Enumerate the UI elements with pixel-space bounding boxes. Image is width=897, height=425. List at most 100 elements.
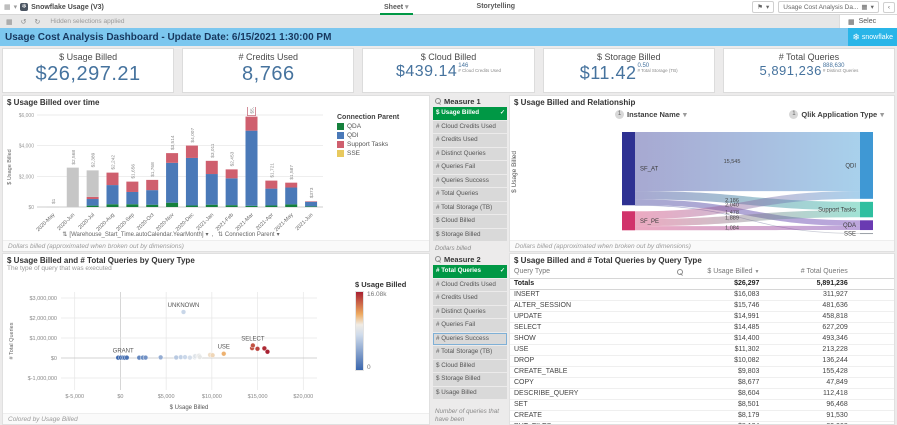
kpi-card-3[interactable]: $ Storage Billed $11.42 0.50 # Total Storag… bbox=[542, 48, 715, 93]
bar-segment-QDI[interactable] bbox=[185, 157, 198, 206]
search-icon[interactable] bbox=[435, 256, 441, 262]
scatter-point[interactable] bbox=[187, 354, 193, 361]
bar-segment-Support Tasks[interactable] bbox=[166, 153, 179, 163]
table-row[interactable]: DESCRIBE_QUERY $8,604 112,418 bbox=[510, 388, 894, 400]
sankey-node-QDI[interactable] bbox=[860, 132, 873, 199]
bar-segment-Support Tasks[interactable] bbox=[106, 172, 119, 186]
table-row[interactable]: SET $8,501 96,468 bbox=[510, 399, 894, 411]
scatter-point[interactable] bbox=[209, 352, 216, 358]
global-menu-caret-icon[interactable]: ▾ bbox=[14, 3, 18, 11]
sankey-node-SF_PE[interactable] bbox=[622, 211, 635, 231]
filter-item[interactable]: # Total Queries bbox=[433, 188, 507, 201]
filter-item[interactable]: # Total Storage (TB) bbox=[433, 346, 507, 359]
bar-segment-QDI[interactable] bbox=[285, 187, 298, 205]
table-row[interactable]: SHOW $14,400 493,346 bbox=[510, 333, 894, 345]
sankey-node-SSE[interactable] bbox=[860, 233, 873, 235]
bar-segment-QDI[interactable] bbox=[265, 188, 278, 206]
sankey-flow-SF_PE-QDA[interactable] bbox=[635, 225, 860, 231]
column-query-type[interactable]: Query Type bbox=[510, 266, 687, 279]
table-row[interactable]: INSERT $16,083 311,927 bbox=[510, 289, 894, 301]
app-title[interactable]: Snowflake Usage (V3) bbox=[31, 4, 104, 11]
bar-segment-unselected[interactable] bbox=[66, 167, 79, 207]
table-row[interactable]: SELECT $14,485 627,209 bbox=[510, 322, 894, 334]
scatter-point-UNKNOWN[interactable] bbox=[180, 309, 187, 315]
bar-segment-Support Tasks[interactable] bbox=[265, 180, 278, 189]
bar-segment-QDA[interactable] bbox=[265, 205, 278, 207]
table-row[interactable]: PUT_FILES$8,12439,062 bbox=[510, 421, 894, 424]
kpi-card-0[interactable]: $ Usage Billed $26,297.21 bbox=[2, 48, 175, 93]
filter-item[interactable]: # Credits Used bbox=[433, 292, 507, 305]
dimension-chip-connection-parent[interactable]: ⇅ Connection Parent ▾ bbox=[218, 231, 280, 239]
search-icon[interactable] bbox=[435, 98, 441, 104]
filter-item[interactable]: $ Cloud Billed bbox=[433, 215, 507, 228]
bar-segment-Support Tasks[interactable] bbox=[305, 201, 318, 202]
filter-item[interactable]: # Distinct Queries bbox=[433, 305, 507, 318]
filter-item[interactable]: # Total Queries ✓ bbox=[433, 265, 507, 278]
table-row[interactable]: USE $11,302 213,228 bbox=[510, 344, 894, 356]
bar-segment-QDA[interactable] bbox=[245, 205, 258, 207]
column-total-queries[interactable]: # Total Queries bbox=[763, 266, 852, 279]
bar-segment-QDA[interactable] bbox=[225, 205, 238, 207]
qlik-application-type-dimension-button[interactable]: 1 Qlik Application Type ▾ bbox=[789, 110, 884, 119]
filter-item[interactable]: $ Storage Billed bbox=[433, 228, 507, 241]
filter-item[interactable]: $ Usage Billed ✓ bbox=[433, 107, 507, 120]
bar-segment-QDI[interactable] bbox=[166, 162, 179, 203]
bar-segment-QDI[interactable] bbox=[86, 199, 99, 206]
scatter-point[interactable] bbox=[157, 354, 164, 361]
legend-item-SSE[interactable]: SSE bbox=[337, 150, 425, 157]
sankey-node-Support Tasks[interactable] bbox=[860, 201, 873, 218]
bar-segment-QDA[interactable] bbox=[86, 205, 99, 207]
scatter-point[interactable] bbox=[182, 354, 188, 360]
scatter-point[interactable] bbox=[142, 354, 149, 361]
dimension-chip-yearmonth[interactable]: ⇅ [Warehouse_Start_Time.autoCalendar.Yea… bbox=[62, 231, 208, 239]
bar-segment-QDA[interactable] bbox=[285, 204, 298, 207]
filter-item[interactable]: # Queries Success bbox=[433, 174, 507, 187]
filter-item[interactable]: # Queries Fail bbox=[433, 161, 507, 174]
bar-segment-Support Tasks[interactable] bbox=[185, 145, 198, 158]
table-row[interactable]: UPDATE $14,991 458,818 bbox=[510, 311, 894, 323]
bar-segment-QDA[interactable] bbox=[185, 205, 198, 207]
selections-grid-icon[interactable]: ▦ bbox=[6, 18, 13, 26]
bar-segment-unselected[interactable] bbox=[86, 170, 99, 197]
legend-item-QDI[interactable]: QDI bbox=[337, 132, 425, 139]
filter-item[interactable]: # Queries Fail bbox=[433, 319, 507, 332]
scatter-point[interactable] bbox=[254, 346, 261, 352]
previous-sheet-button[interactable]: ‹ bbox=[882, 1, 895, 13]
bar-segment-QDI[interactable] bbox=[205, 174, 218, 205]
bar-segment-QDA[interactable] bbox=[205, 204, 218, 207]
sankey-plot[interactable]: 15,5452,1861,4782,0401,8891,084SF_ATSF_P… bbox=[522, 128, 894, 240]
bar-segment-Support Tasks[interactable] bbox=[285, 182, 298, 188]
filter-item[interactable]: # Credits Used bbox=[433, 134, 507, 147]
scatter-point[interactable] bbox=[264, 349, 271, 355]
table-row[interactable]: CREATE_TABLE $9,803 155,428 bbox=[510, 366, 894, 378]
scatter-plot[interactable]: $-5,000 $0 $5,000 $10,000 $15,000 $20,000 $-1,… bbox=[3, 276, 343, 414]
column-usage-billed[interactable]: $ Usage Billed ▼ bbox=[686, 266, 764, 279]
kpi-card-2[interactable]: $ Cloud Billed $439.14 146 # Cloud Credits … bbox=[362, 48, 535, 93]
sankey-node-SF_AT[interactable] bbox=[622, 132, 635, 206]
filter-item[interactable]: # Cloud Credits Used bbox=[433, 120, 507, 133]
scatter-point-USE[interactable] bbox=[221, 351, 227, 357]
bar-segment-QDI[interactable] bbox=[225, 178, 238, 206]
bar-segment-Support Tasks[interactable] bbox=[146, 179, 159, 191]
filter-item[interactable]: # Cloud Credits Used bbox=[433, 278, 507, 291]
scatter-point[interactable] bbox=[197, 354, 203, 360]
table-row[interactable]: COPY $8,677 47,849 bbox=[510, 377, 894, 389]
tab-sheet[interactable]: Sheet ▾ bbox=[380, 1, 413, 15]
bar-segment-QDI[interactable] bbox=[106, 185, 119, 205]
bar-segment-QDA[interactable] bbox=[305, 206, 318, 207]
bar-segment-QDI[interactable] bbox=[245, 130, 258, 206]
tab-storytelling[interactable]: Storytelling bbox=[473, 1, 520, 13]
bar-segment-QDA[interactable] bbox=[126, 204, 139, 207]
table-row[interactable]: DROP $10,082 136,244 bbox=[510, 355, 894, 367]
kpi-card-4[interactable]: # Total Queries 5,891,236 888,630 # Distinc… bbox=[722, 48, 896, 93]
bar-segment-Support Tasks[interactable] bbox=[245, 116, 258, 131]
sankey-node-QDA[interactable] bbox=[860, 220, 873, 231]
legend-item-Support Tasks[interactable]: Support Tasks bbox=[337, 141, 425, 148]
sheet-selector[interactable]: Usage Cost Analysis Da... ▦ ▾ bbox=[778, 1, 879, 13]
filter-item[interactable]: $ Usage Billed bbox=[433, 386, 507, 399]
filter-item[interactable]: # Distinct Queries bbox=[433, 147, 507, 160]
column-search-icon[interactable] bbox=[676, 268, 683, 275]
bar-segment-QDA[interactable] bbox=[106, 204, 119, 207]
filter-item[interactable]: # Queries Success bbox=[433, 332, 507, 345]
bar-segment-QDI[interactable] bbox=[146, 190, 159, 205]
